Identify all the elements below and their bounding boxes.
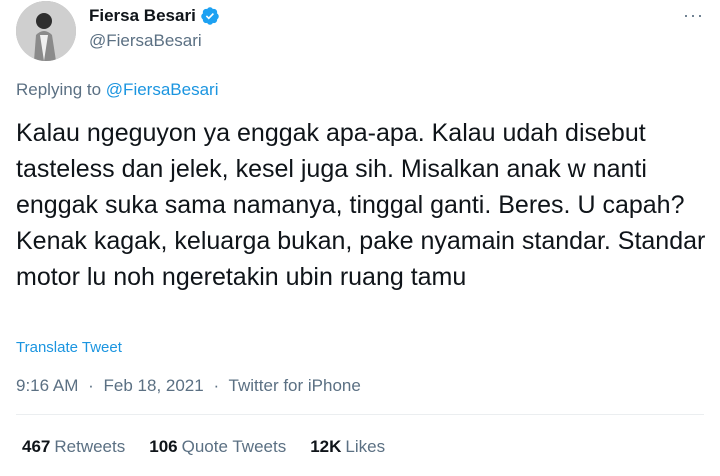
retweets-label: Retweets xyxy=(54,437,126,456)
more-horizontal-icon[interactable]: ··· xyxy=(683,6,704,24)
tweet-source[interactable]: Twitter for iPhone xyxy=(229,376,361,395)
author-display-name[interactable]: Fiersa Besari xyxy=(89,6,196,26)
profile-photo-icon xyxy=(16,1,76,61)
tweet-time[interactable]: 9:16 AM xyxy=(16,376,78,395)
quote-tweets-stat[interactable]: 106 Quote Tweets xyxy=(149,437,286,457)
verified-badge-icon xyxy=(200,6,220,26)
author-name-row: Fiersa Besari xyxy=(89,6,220,26)
replying-to-label: Replying to xyxy=(16,80,102,99)
tweet-card: Fiersa Besari @FiersaBesari ··· Replying… xyxy=(0,0,720,476)
divider xyxy=(16,414,704,415)
author-handle[interactable]: @FiersaBesari xyxy=(89,31,202,51)
meta-separator: · xyxy=(88,376,94,395)
tweet-meta: 9:16 AM · Feb 18, 2021 · Twitter for iPh… xyxy=(16,376,361,396)
tweet-date[interactable]: Feb 18, 2021 xyxy=(104,376,204,395)
engagement-stats: 467 Retweets 106 Quote Tweets 12K Likes xyxy=(22,437,409,457)
likes-count: 12K xyxy=(310,437,342,456)
quote-tweets-count: 106 xyxy=(149,437,178,456)
likes-label: Likes xyxy=(345,437,386,456)
translate-tweet-link[interactable]: Translate Tweet xyxy=(16,339,122,356)
meta-separator: · xyxy=(213,376,220,395)
retweets-count: 467 xyxy=(22,437,51,456)
replying-to: Replying to @FiersaBesari xyxy=(16,80,218,100)
avatar[interactable] xyxy=(16,1,76,61)
quote-tweets-label: Quote Tweets xyxy=(181,437,287,456)
tweet-text: Kalau ngeguyon ya enggak apa-apa. Kalau … xyxy=(16,119,706,291)
retweets-stat[interactable]: 467 Retweets xyxy=(22,437,125,457)
replying-to-link[interactable]: @FiersaBesari xyxy=(106,80,219,99)
likes-stat[interactable]: 12K Likes xyxy=(310,437,385,457)
